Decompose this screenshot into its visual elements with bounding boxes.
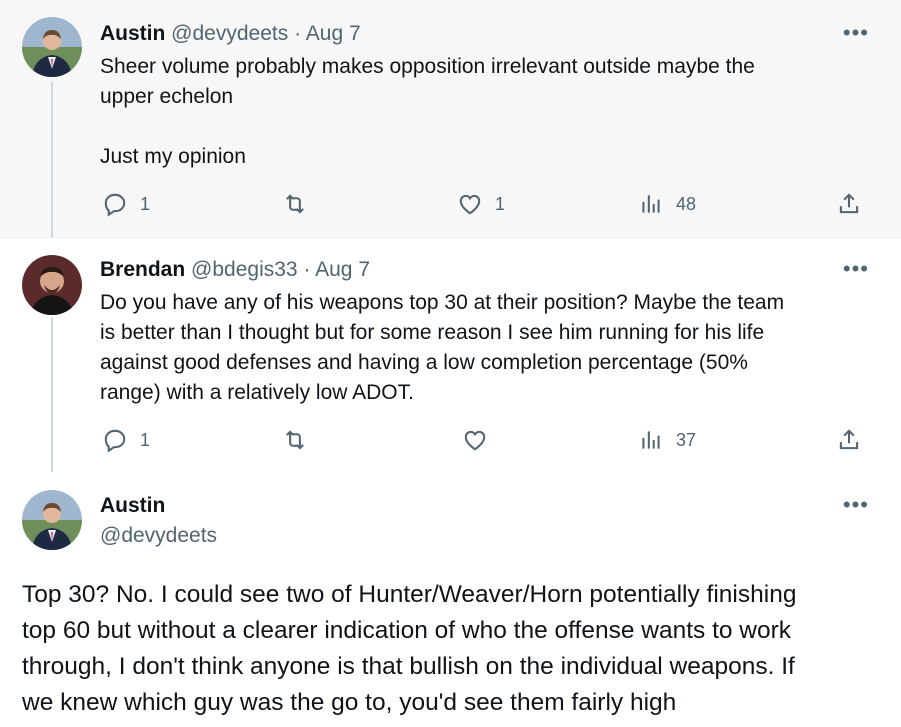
tweet-date[interactable]: Aug 7 <box>315 258 370 281</box>
avatar-brendan[interactable] <box>22 255 82 315</box>
tweet-text-line: upper echelon <box>100 85 234 108</box>
analytics-icon <box>642 431 660 449</box>
like-button[interactable] <box>462 427 500 453</box>
tweet-text-line: against good defenses and having a low c… <box>100 351 748 374</box>
reply-count: 1 <box>140 193 151 214</box>
views-count: 37 <box>676 429 697 450</box>
repost-button[interactable] <box>282 427 320 453</box>
tweet-text-line: Top 30? No. I could see two of Hunter/We… <box>22 581 797 608</box>
heart-icon <box>464 430 486 451</box>
more-icon[interactable]: ••• <box>843 494 869 516</box>
tweet-text-line: through, I don't think anyone is that bu… <box>22 653 795 680</box>
tweet-text: Sheer volume probably makes opposition i… <box>100 52 870 172</box>
author-handle[interactable]: @devydeets <box>171 22 288 45</box>
tweet-text-line: range) with a relatively low ADOT. <box>100 381 414 404</box>
avatar-austin[interactable] <box>22 17 82 77</box>
tweet-text: Do you have any of his weapons top 30 at… <box>100 288 870 408</box>
tweet-date[interactable]: Aug 7 <box>306 22 361 45</box>
like-count: 1 <box>495 193 506 214</box>
separator-dot: · <box>303 258 311 281</box>
tweet-text-line: is better than I thought but for some re… <box>100 321 765 344</box>
reply-icon <box>104 429 126 453</box>
more-icon[interactable]: ••• <box>843 22 869 44</box>
tweet-header: Austin @devydeets · Aug 7 <box>100 21 361 47</box>
tweet-austin-1[interactable]: Austin @devydeets · Aug 7 ••• Sheer volu… <box>0 0 901 238</box>
heart-icon <box>459 194 481 215</box>
tweet-text-line: top 60 but without a clearer indication … <box>22 617 792 644</box>
author-name[interactable]: Austin <box>100 494 165 517</box>
author-handle[interactable]: @bdegis33 <box>191 258 298 281</box>
thread-line <box>51 317 53 472</box>
tweet-text-line <box>100 112 870 142</box>
author-name[interactable]: Austin <box>100 22 165 45</box>
tweet-header: Brendan @bdegis33 · Aug 7 <box>100 257 370 283</box>
action-bar: 1 37 <box>100 427 870 457</box>
action-bar: 1 1 48 <box>100 191 870 221</box>
tweet-text-line: Just my opinion <box>100 145 246 168</box>
repost-icon <box>286 194 304 214</box>
reply-button[interactable]: 1 <box>102 427 150 453</box>
author-name[interactable]: Brendan <box>100 258 185 281</box>
separator-dot: · <box>294 22 302 45</box>
tweet-brendan[interactable]: Brendan @bdegis33 · Aug 7 ••• Do you hav… <box>0 238 901 472</box>
tweet-text-line: Sheer volume probably makes opposition i… <box>100 55 755 78</box>
reply-button[interactable]: 1 <box>102 191 150 217</box>
repost-button[interactable] <box>282 191 320 217</box>
views-count: 48 <box>676 193 697 214</box>
analytics-icon <box>642 195 660 213</box>
avatar-austin[interactable] <box>22 490 82 550</box>
tweet-text-line: Do you have any of his weapons top 30 at… <box>100 291 785 314</box>
share-icon <box>839 429 859 450</box>
views-button[interactable]: 37 <box>638 427 696 453</box>
like-button[interactable]: 1 <box>457 191 505 217</box>
reply-count: 1 <box>140 429 151 450</box>
author-handle-row: @devydeets <box>100 523 217 549</box>
share-button[interactable] <box>836 427 862 453</box>
author-handle[interactable]: @devydeets <box>100 524 217 547</box>
tweet-text-line: we knew which guy was the go to, you'd s… <box>22 689 677 716</box>
views-button[interactable]: 48 <box>638 191 696 217</box>
share-icon <box>839 193 859 214</box>
thread-line <box>51 82 53 238</box>
reply-icon <box>104 193 126 217</box>
tweet-austin-main[interactable]: Austin @devydeets ••• Top 30? No. I coul… <box>0 472 901 727</box>
more-icon[interactable]: ••• <box>843 258 869 280</box>
tweet-text: Top 30? No. I could see two of Hunter/We… <box>22 577 882 721</box>
author-name-row: Austin <box>100 493 165 519</box>
repost-icon <box>286 430 304 450</box>
share-button[interactable] <box>836 191 862 217</box>
